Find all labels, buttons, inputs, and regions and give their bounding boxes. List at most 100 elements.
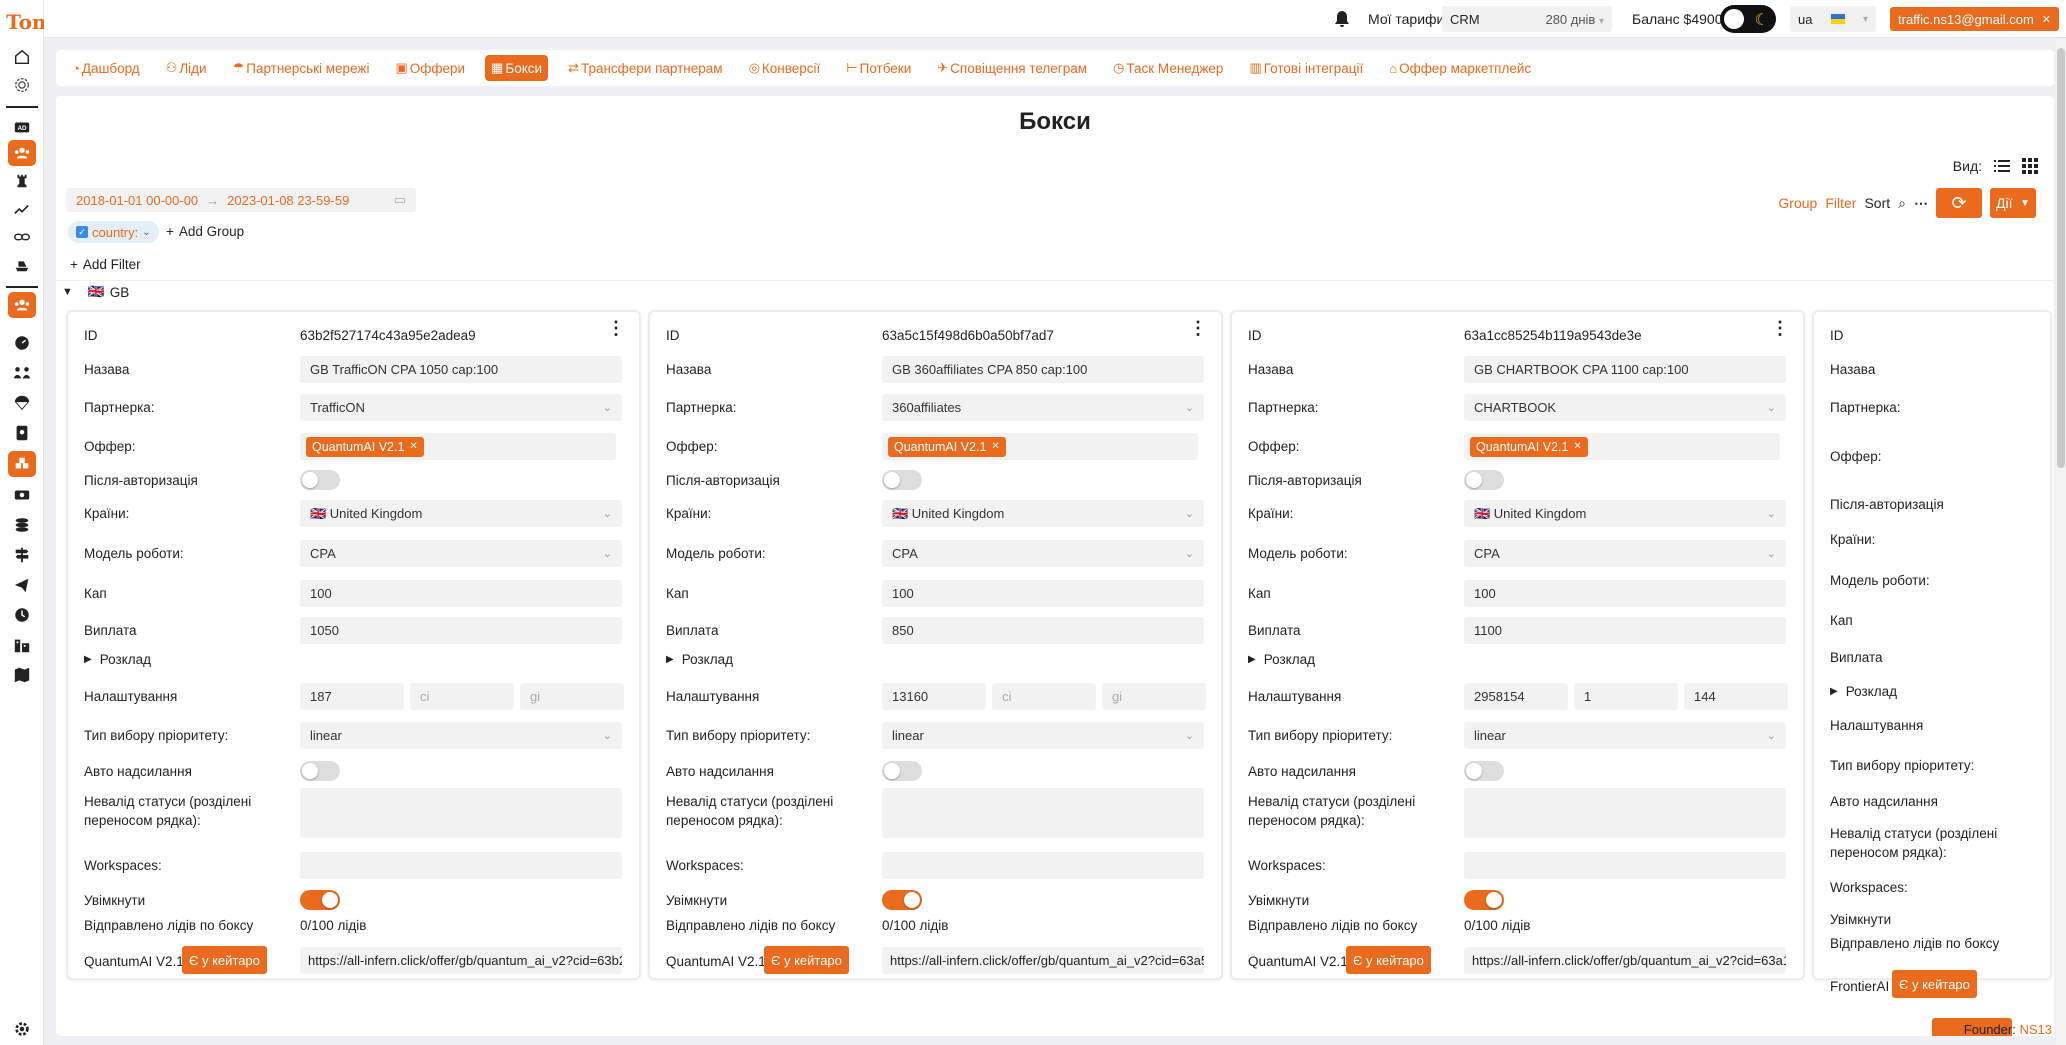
list-view-icon[interactable]: [1994, 159, 2010, 173]
calendar-icon[interactable]: ▭: [394, 192, 406, 208]
after_auth-switch[interactable]: [300, 470, 340, 490]
ship-icon[interactable]: [8, 252, 36, 278]
refresh-button[interactable]: ⟳: [1936, 188, 1982, 218]
tab-integrations[interactable]: ▥ Готові інтеграції: [1243, 55, 1369, 81]
auto_send-switch[interactable]: [882, 761, 922, 781]
transfer-rail-icon[interactable]: [8, 482, 36, 508]
setting-3-field[interactable]: gi: [1102, 683, 1206, 710]
tab-postbacks[interactable]: ⊢ Потбеки: [840, 55, 917, 81]
actions-dropdown[interactable]: Дії ▼: [1990, 188, 2036, 218]
model-select[interactable]: CPA ⌄: [1464, 540, 1786, 567]
more-vert-icon[interactable]: ⋮: [1189, 319, 1207, 337]
priority-select[interactable]: linear ⌄: [882, 722, 1204, 749]
enabled-switch[interactable]: [882, 890, 922, 910]
filter-button[interactable]: Filter: [1825, 195, 1856, 211]
offer-select[interactable]: QuantumAI V2.1 ✕: [1464, 433, 1780, 460]
name-field[interactable]: GB CHARTBOOK CPA 1100 cap:100: [1464, 356, 1786, 383]
setting-2-field[interactable]: ci: [410, 683, 514, 710]
partner-select[interactable]: TrafficON ⌄: [300, 394, 622, 421]
language-select[interactable]: ua ▾: [1790, 6, 1876, 32]
tab-networks[interactable]: ☂ Партнерські мережі: [227, 55, 376, 81]
ad-icon[interactable]: AD: [8, 114, 36, 140]
cap-field[interactable]: 100: [300, 580, 622, 607]
page-scrollbar[interactable]: [2056, 38, 2066, 1045]
model-select[interactable]: CPA ⌄: [882, 540, 1204, 567]
tab-transfers[interactable]: ⇄ Трансфери партнерам: [562, 55, 729, 81]
schedule-toggle[interactable]: ▶ Розклад: [1248, 650, 1448, 669]
workspaces-select[interactable]: [1464, 852, 1786, 879]
add-group-button[interactable]: + Add Group: [166, 224, 244, 239]
sort-button[interactable]: Sort: [1864, 195, 1890, 211]
model-select[interactable]: CPA ⌄: [300, 540, 622, 567]
close-icon[interactable]: ✕: [2042, 13, 2051, 26]
team-icon[interactable]: [8, 140, 36, 166]
footer-value[interactable]: NS13: [2019, 1022, 2052, 1037]
tab-tasks[interactable]: ◷ Таск Менеджер: [1107, 55, 1229, 81]
offer-url-field[interactable]: https://all-infern.click/offer/gb/quantu…: [1464, 947, 1786, 974]
setting-3-field[interactable]: gi: [520, 683, 624, 710]
after_auth-switch[interactable]: [1464, 470, 1504, 490]
group-header-gb[interactable]: ▼ 🇬🇧 GB: [62, 284, 129, 300]
countries-select[interactable]: 🇬🇧 United Kingdom ⌄: [882, 500, 1204, 527]
countries-select[interactable]: 🇬🇧 United Kingdom ⌄: [1464, 500, 1786, 527]
search-icon[interactable]: ⌕: [1898, 195, 1906, 212]
after_auth-switch[interactable]: [882, 470, 922, 490]
keitaro-button[interactable]: Є у кейтаро: [764, 946, 849, 974]
trend-icon[interactable]: [8, 196, 36, 222]
auto_send-switch[interactable]: [1464, 761, 1504, 781]
keitaro-button[interactable]: Є у кейтаро: [1346, 946, 1431, 974]
tab-offers[interactable]: ▣ Оффери: [389, 55, 471, 81]
setting-2-field[interactable]: ci: [992, 683, 1096, 710]
remove-tag-icon[interactable]: ✕: [409, 441, 417, 452]
group-chip-country[interactable]: ✓ country: ⌄: [68, 221, 159, 243]
setting-3-field[interactable]: 144: [1684, 683, 1788, 710]
payout-field[interactable]: 1050: [300, 617, 622, 644]
integrations-rail-icon[interactable]: [8, 632, 36, 658]
more-vert-icon[interactable]: ⋮: [1771, 319, 1789, 337]
tower-icon[interactable]: [8, 168, 36, 194]
remove-tag-icon[interactable]: ✕: [991, 441, 999, 452]
more-vert-icon[interactable]: ⋮: [607, 319, 625, 337]
settings-gear-icon[interactable]: [8, 1016, 36, 1042]
setting-2-field[interactable]: 1: [1574, 683, 1678, 710]
offer-select[interactable]: QuantumAI V2.1 ✕: [882, 433, 1198, 460]
checkbox-icon[interactable]: ✓: [76, 226, 88, 238]
payout-field[interactable]: 1100: [1464, 617, 1786, 644]
partner-select[interactable]: CHARTBOOK ⌄: [1464, 394, 1786, 421]
partner-select[interactable]: 360affiliates ⌄: [882, 394, 1204, 421]
keitaro-button[interactable]: Є у кейтаро: [1892, 970, 1977, 998]
link-icon[interactable]: [8, 224, 36, 250]
cap-field[interactable]: 100: [882, 580, 1204, 607]
keitaro-button[interactable]: Є у кейтаро: [182, 946, 267, 974]
tab-dashboard[interactable]: ◔ Дашборд: [66, 55, 146, 81]
telegram-rail-icon[interactable]: [8, 572, 36, 598]
offer-url-field[interactable]: https://all-infern.click/offer/gb/quantu…: [882, 947, 1204, 974]
remove-tag-icon[interactable]: ✕: [1573, 441, 1581, 452]
offer-url-field[interactable]: https://all-infern.click/offer/gb/quantu…: [300, 947, 622, 974]
schedule-toggle[interactable]: ▶ Розклад: [1830, 682, 2030, 701]
workspaces-select[interactable]: [300, 852, 622, 879]
add-filter-button[interactable]: + Add Filter: [70, 257, 141, 272]
cap-field[interactable]: 100: [1464, 580, 1786, 607]
boxes-rail-icon[interactable]: [8, 451, 36, 477]
fingerprint-icon[interactable]: [8, 72, 36, 98]
tab-boxes[interactable]: ▦ Бокси: [485, 55, 549, 81]
enabled-switch[interactable]: [1464, 890, 1504, 910]
tasks-rail-icon[interactable]: [8, 602, 36, 628]
invalid-statuses-textarea[interactable]: [1464, 788, 1786, 838]
coins-icon[interactable]: [8, 512, 36, 538]
group-button[interactable]: Group: [1778, 195, 1817, 211]
tab-conversions[interactable]: ◎ Конверсії: [743, 55, 827, 81]
dark-mode-toggle[interactable]: ☾: [1720, 5, 1776, 33]
tab-leads[interactable]: ⚇ Ліди: [160, 55, 213, 81]
setting-1-field[interactable]: 187: [300, 683, 404, 710]
setting-1-field[interactable]: 13160: [882, 683, 986, 710]
leads-rail-icon[interactable]: [8, 360, 36, 386]
grid-view-icon[interactable]: [2022, 158, 2038, 174]
enabled-switch[interactable]: [300, 890, 340, 910]
invalid-statuses-textarea[interactable]: [300, 788, 622, 838]
home-icon[interactable]: [8, 44, 36, 70]
priority-select[interactable]: linear ⌄: [1464, 722, 1786, 749]
tab-marketplace[interactable]: ⌂ Оффер маркетплейс: [1383, 55, 1537, 81]
setting-1-field[interactable]: 2958154: [1464, 683, 1568, 710]
